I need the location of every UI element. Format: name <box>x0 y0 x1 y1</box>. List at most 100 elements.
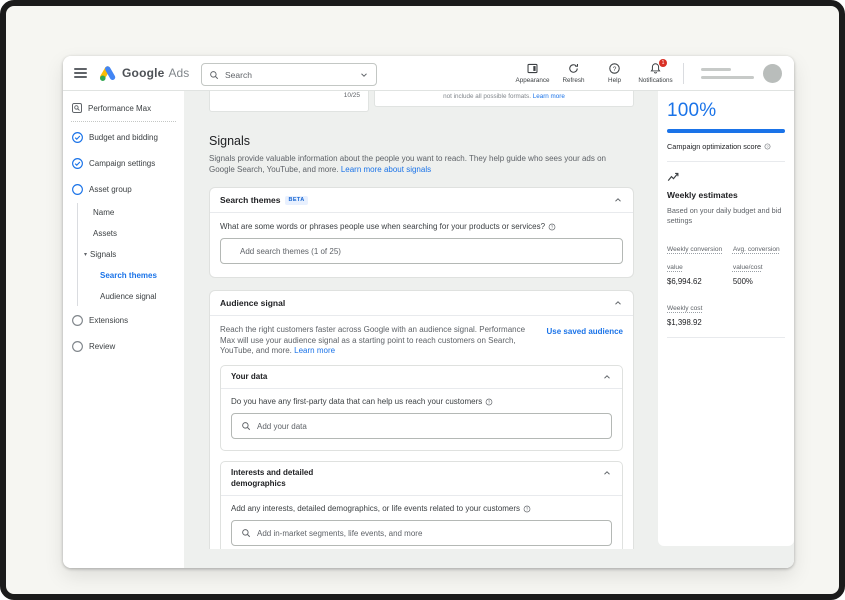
subitem-label: Audience signal <box>100 292 157 301</box>
metric-weekly-conversion-value: Weekly conversion value $6,994.62 <box>667 238 727 286</box>
sidebar-item-campaign-settings[interactable]: Campaign settings <box>63 150 184 176</box>
question-text: Do you have any first-party data that ca… <box>231 397 483 406</box>
help-icon: ? <box>609 63 620 74</box>
search-icon <box>242 529 251 538</box>
search-themes-title: Search themes <box>220 195 281 205</box>
top-bar: Google Ads Appear <box>63 56 794 91</box>
learn-more-link[interactable]: Learn more <box>533 93 565 100</box>
interests-question: Add any interests, detailed demographics… <box>231 504 612 513</box>
help-button[interactable]: ? Help <box>594 60 635 84</box>
metric-avg-conversion-value-cost: Avg. conversion value/cost 500% <box>733 238 785 286</box>
audience-description-text: Reach the right customers faster across … <box>220 325 526 355</box>
question-text: Add any interests, detailed demographics… <box>231 504 521 513</box>
hamburger-menu-icon[interactable] <box>74 67 87 79</box>
account-info-redacted <box>701 67 754 80</box>
sidebar-item-budget-and-bidding[interactable]: Budget and bidding <box>63 124 184 150</box>
collapse-button[interactable] <box>602 468 612 478</box>
your-data-input[interactable] <box>257 421 602 431</box>
radio-circle-icon-active <box>72 183 83 195</box>
sidebar-item-search-themes[interactable]: Search themes <box>63 265 184 286</box>
learn-more-link[interactable]: Learn more <box>294 346 335 355</box>
sidebar-item-assets[interactable]: Assets <box>63 223 184 244</box>
refresh-label: Refresh <box>562 77 585 84</box>
signals-section-description: Signals provide valuable information abo… <box>209 153 629 175</box>
appearance-label: Appearance <box>515 77 550 84</box>
sidebar-item-audience-signal[interactable]: Audience signal <box>63 286 184 307</box>
interests-demographics-card: Interests and detailed demographics Add … <box>220 461 623 549</box>
help-circle-icon[interactable]: ? <box>548 223 556 231</box>
cutoff-card-right: not include all possible formats. Learn … <box>374 91 634 107</box>
cutoff-card-left: 10/25 <box>209 91 369 112</box>
collapse-button[interactable] <box>602 372 612 382</box>
check-circle-icon <box>72 131 83 143</box>
sidebar-item-extensions[interactable]: Extensions <box>63 307 184 333</box>
search-themes-question: What are some words or phrases people us… <box>220 222 623 231</box>
sidebar-item-asset-group[interactable]: Asset group <box>63 176 184 202</box>
step-label: Campaign settings <box>89 158 156 168</box>
score-progress-bar <box>667 129 785 133</box>
metric-label[interactable]: Weekly cost <box>667 305 702 312</box>
trending-up-icon <box>667 172 679 182</box>
question-text: What are some words or phrases people us… <box>220 222 546 231</box>
screenshot-frame: Google Ads Appear <box>0 0 845 600</box>
google-ads-logo-icon <box>99 65 116 81</box>
your-data-card-header[interactable]: Your data <box>221 366 622 389</box>
learn-more-about-signals-link[interactable]: Learn more about signals <box>341 165 431 174</box>
weekly-estimates-title: Weekly estimates <box>667 190 738 200</box>
help-circle-icon[interactable]: ? <box>485 398 493 406</box>
scroll-viewport[interactable]: 10/25 not include all possible formats. … <box>184 91 658 549</box>
step-label: Asset group <box>89 184 132 194</box>
campaign-type-icon <box>72 103 82 113</box>
chevron-up-icon <box>615 198 621 202</box>
appearance-button[interactable]: Appearance <box>512 60 553 84</box>
sidebar-item-review[interactable]: Review <box>63 333 184 359</box>
panel-divider <box>667 337 785 338</box>
metric-label[interactable]: Weekly conversion value <box>667 246 722 271</box>
your-data-title: Your data <box>231 371 268 381</box>
check-circle-icon <box>72 157 83 169</box>
search-themes-input[interactable] <box>230 246 613 256</box>
optimization-score-value: 100% <box>667 100 717 121</box>
account-area[interactable] <box>701 64 782 83</box>
subitem-label: Signals <box>90 250 117 259</box>
global-search-box[interactable] <box>201 63 377 86</box>
interests-card-header[interactable]: Interests and detailed demographics <box>221 462 622 496</box>
use-saved-audience-link[interactable]: Use saved audience <box>547 327 623 357</box>
help-circle-icon[interactable]: ? <box>523 505 531 513</box>
sidebar-item-name[interactable]: Name <box>63 202 184 223</box>
help-circle-icon[interactable]: ? <box>764 143 771 150</box>
subitem-label: Name <box>93 208 115 217</box>
your-data-input-box[interactable] <box>231 413 612 439</box>
chevron-down-icon[interactable] <box>359 70 369 80</box>
your-data-card: Your data Do you have any first-party da… <box>220 364 623 451</box>
your-data-question: Do you have any first-party data that ca… <box>231 397 612 406</box>
appearance-icon <box>527 63 538 74</box>
metric-label[interactable]: Avg. conversion value/cost <box>733 246 780 271</box>
format-note-text: not include all possible formats. <box>443 92 531 100</box>
chevron-up-icon <box>604 374 610 379</box>
audience-signal-card: Audience signal Reach the right customer… <box>209 290 634 549</box>
estimates-metrics: Weekly conversion value $6,994.62 Avg. c… <box>667 238 785 327</box>
collapse-button[interactable] <box>613 195 623 205</box>
search-themes-input-box[interactable] <box>220 238 623 264</box>
radio-circle-icon <box>72 314 83 326</box>
campaign-type-label: Performance Max <box>88 103 152 113</box>
interests-input-box[interactable] <box>231 520 612 546</box>
search-themes-card-header[interactable]: Search themes BETA <box>210 188 633 213</box>
collapse-button[interactable] <box>613 298 623 308</box>
avatar[interactable] <box>763 64 782 83</box>
logo-text-google: Google <box>122 66 165 80</box>
refresh-button[interactable]: Refresh <box>553 60 594 84</box>
svg-text:?: ? <box>551 224 554 229</box>
notifications-label: Notifications <box>638 77 673 84</box>
step-label: Extensions <box>89 315 129 325</box>
svg-text:?: ? <box>526 506 529 511</box>
notifications-button[interactable]: 1 Notifications <box>635 59 676 84</box>
sidebar-item-campaign-type[interactable]: Performance Max <box>63 99 184 117</box>
interests-input[interactable] <box>257 528 602 538</box>
sidebar-item-signals[interactable]: ▾ Signals <box>63 244 184 265</box>
app-window: Google Ads Appear <box>63 56 794 568</box>
audience-signal-card-header[interactable]: Audience signal <box>210 291 633 316</box>
search-input[interactable] <box>225 69 353 80</box>
panel-divider <box>667 161 785 162</box>
